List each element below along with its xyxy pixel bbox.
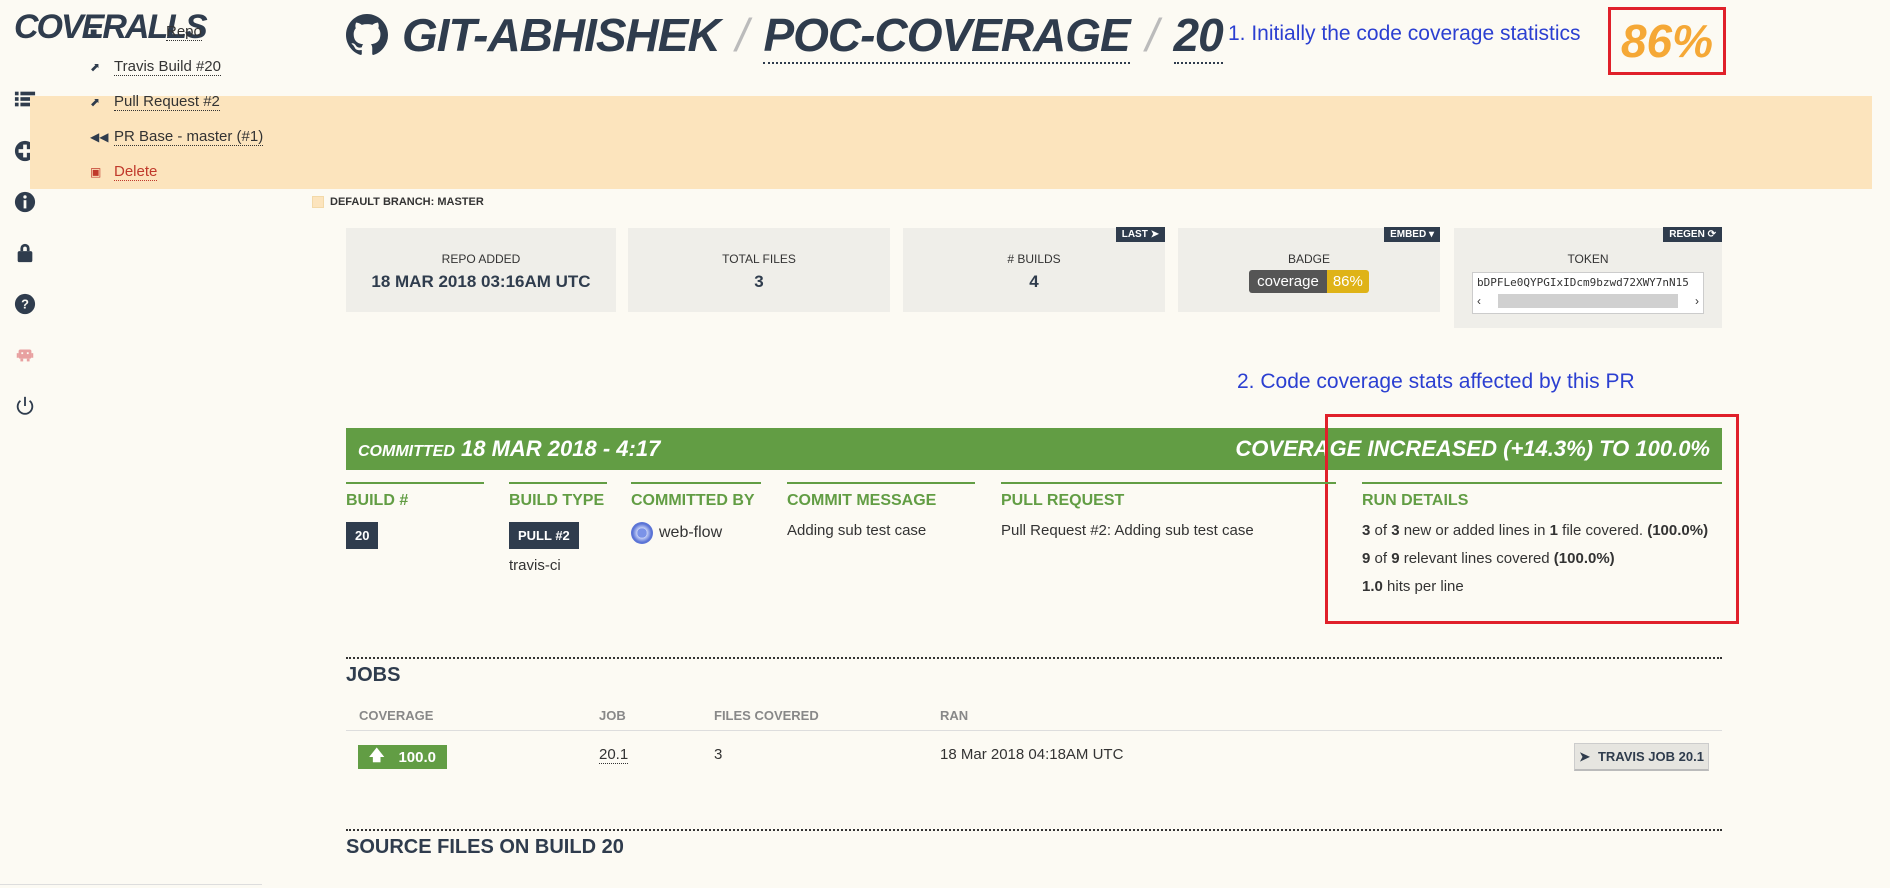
scroll-thumb[interactable] [1498,294,1678,308]
external-link-icon: ⬈ [90,59,101,74]
coverage-badge[interactable]: coverage 86% [1249,270,1369,293]
last-button[interactable]: LAST ➤ [1115,227,1165,242]
jobs-header-coverage: COVERAGE [359,708,434,723]
owner-name[interactable]: GIT-ABHISHEK [402,8,721,62]
regen-button[interactable]: REGEN ⟳ [1663,227,1722,242]
repo-link[interactable]: POC-COVERAGE [763,8,1131,64]
job-ran-time: 18 Mar 2018 04:18AM UTC [940,746,1124,763]
github-icon[interactable] [346,14,388,56]
col-pull-request: PULL REQUEST Pull Request #2: Adding sub… [1001,482,1336,539]
job-coverage-pill: 🡅 100.0 [358,745,447,769]
power-icon[interactable] [12,393,38,419]
lock-icon[interactable] [12,240,38,266]
run-detail-new-lines: 3 of 3 new or added lines in 1 file cove… [1362,522,1709,539]
stat-badge: EMBED ▾ BADGE coverage 86% [1178,227,1440,312]
pull-request-pill[interactable]: PULL #2 [509,522,579,549]
travis-job-button[interactable]: ➤ TRAVIS JOB 20.1 [1574,743,1709,771]
source-divider [346,829,1722,831]
menu-item-travis-build[interactable]: ⬈ Travis Build #20 [90,49,263,84]
menu-item-pull-request[interactable]: ⬈ Pull Request #2 [90,84,263,119]
build-menu: ■ Repo ⬈ Travis Build #20 ⬈ Pull Request #2… [90,14,264,189]
scroll-right-icon[interactable]: › [1695,294,1699,308]
coverage-highlight-box: 86% [1608,7,1726,75]
svg-text:?: ? [21,297,29,312]
run-detail-relevant-lines: 9 of 9 relevant lines covered (100.0%) [1362,550,1615,567]
rewind-icon: ◀◀ [90,129,109,144]
trash-icon: ▣ [90,164,102,179]
jobs-divider [346,657,1722,659]
stat-builds: LAST ➤ # BUILDS 4 [903,227,1165,312]
page-title: GIT-ABHISHEK / POC-COVERAGE / 20 [402,8,1224,64]
menu-item-pr-base[interactable]: ◀◀ PR Base - master (#1) [90,119,264,154]
branch-swatch [312,196,324,208]
col-run-details: RUN DETAILS 3 of 3 new or added lines in… [1362,482,1722,606]
jobs-header-ran: RAN [940,708,969,723]
col-committed-by: COMMITTED BY web-flow [631,482,761,544]
bottom-panel [0,884,262,888]
col-build-type: BUILD TYPE PULL #2 travis-ci [509,482,607,574]
token-field[interactable]: bDPFLe0QYPGIxIDcm9bzwd72XWY7nN15 ‹ › [1472,272,1704,314]
external-link-icon: ⬈ [90,94,101,109]
job-files-covered: 3 [714,746,723,763]
stat-total-files: TOTAL FILES 3 [628,228,890,312]
help-icon[interactable]: ? [12,291,38,317]
job-link[interactable]: 20.1 [599,746,629,764]
repo-icon: ■ [90,24,98,39]
jobs-title: JOBS [346,664,401,686]
annotation-note-2: 2. Code coverage stats affected by this … [1237,370,1635,393]
col-commit-message: COMMIT MESSAGE Adding sub test case [787,482,975,539]
coverage-percent: 86% [1620,15,1714,67]
info-icon[interactable] [12,189,38,215]
jobs-header-files: FILES COVERED [714,708,819,723]
stat-token: REGEN ⟳ TOKEN bDPFLe0QYPGIxIDcm9bzwd72XW… [1454,227,1722,328]
build-number-pill[interactable]: 20 [346,522,379,549]
avatar [631,522,653,544]
jobs-header-job: JOB [599,708,626,723]
arrow-up-icon: 🡅 [369,746,385,764]
menu-item-delete[interactable]: ▣ Delete [90,154,263,189]
annotation-note-1: 1. Initially the code coverage statistic… [1228,22,1581,45]
col-build-number: BUILD # 20 [346,482,484,549]
menu-item-repo[interactable]: ■ Repo [90,14,263,49]
circle-arrow-icon: ➤ [1579,748,1590,764]
scroll-left-icon[interactable]: ‹ [1477,294,1481,308]
default-branch: DEFAULT BRANCH: MASTER [312,196,484,208]
build-link[interactable]: 20 [1173,8,1224,64]
highlight-band [30,96,1872,189]
stat-repo-added: REPO ADDED 18 MAR 2018 03:16AM UTC [346,228,616,312]
token-scrollbar[interactable]: ‹ › [1473,292,1703,310]
run-detail-hits: 1.0 hits per line [1362,578,1464,595]
source-files-title: SOURCE FILES ON BUILD 20 [346,836,624,858]
invader-icon[interactable] [12,342,38,368]
jobs-header-line [346,730,1722,731]
embed-button[interactable]: EMBED ▾ [1384,227,1440,242]
